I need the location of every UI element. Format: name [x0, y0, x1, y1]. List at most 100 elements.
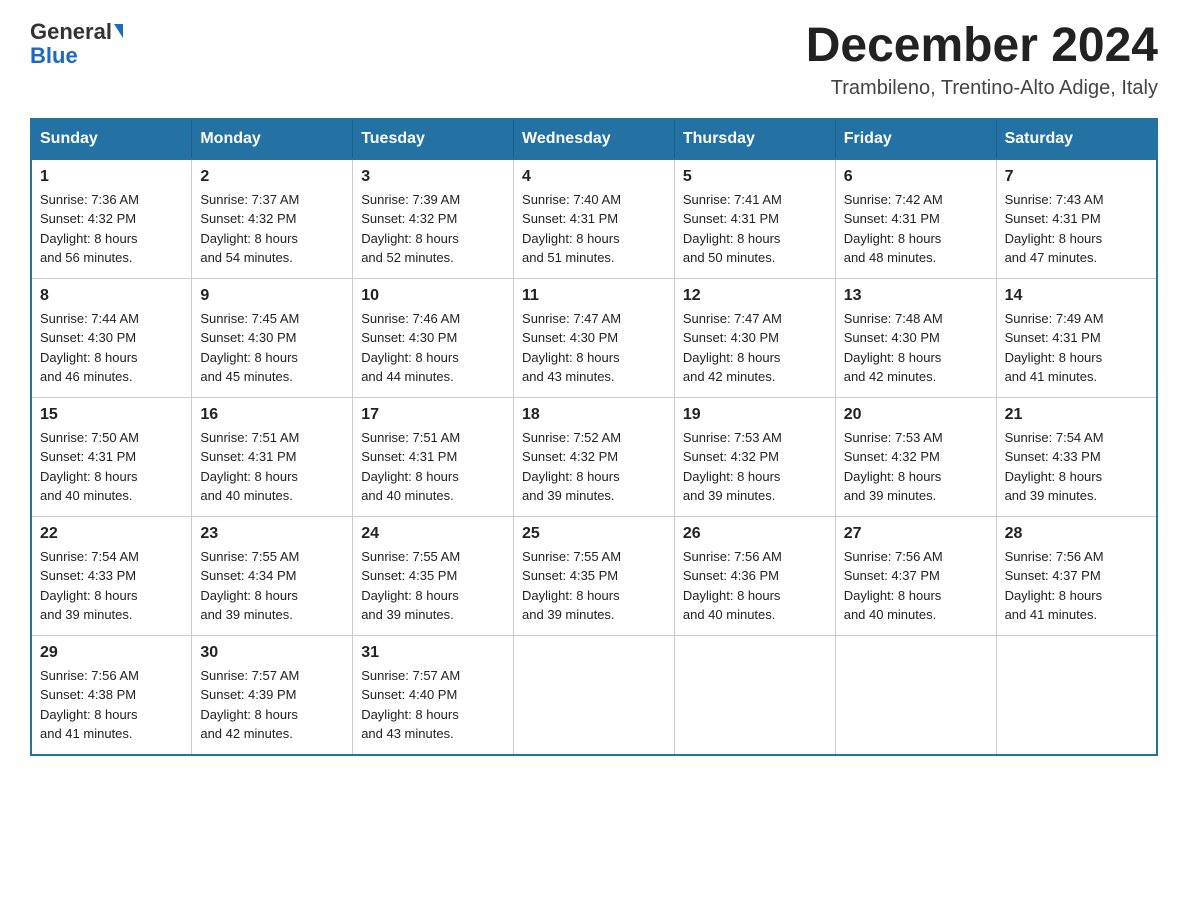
day-number: 3: [361, 168, 505, 186]
calendar-cell: 10 Sunrise: 7:46 AMSunset: 4:30 PMDayligh…: [353, 278, 514, 397]
calendar-cell: 3Sunrise: 7:39 AMSunset: 4:32 PMDaylight…: [353, 159, 514, 279]
calendar-week-5: 29 Sunrise: 7:56 AMSunset: 4:38 PMDayligh…: [31, 635, 1157, 755]
day-info: Sunrise: 7:46 AMSunset: 4:30 PMDaylight:…: [361, 309, 505, 387]
day-info: Sunrise: 7:47 AMSunset: 4:30 PMDaylight:…: [522, 309, 666, 387]
calendar-week-1: 1Sunrise: 7:36 AMSunset: 4:32 PMDaylight…: [31, 159, 1157, 279]
day-number: 18: [522, 406, 666, 424]
day-info: Sunrise: 7:55 AMSunset: 4:34 PMDaylight:…: [200, 547, 344, 625]
calendar-cell: 4Sunrise: 7:40 AMSunset: 4:31 PMDaylight…: [514, 159, 675, 279]
calendar-cell: 15 Sunrise: 7:50 AMSunset: 4:31 PMDayligh…: [31, 397, 192, 516]
calendar-table: Sunday Monday Tuesday Wednesday Thursday…: [30, 118, 1158, 756]
calendar-cell: 8Sunrise: 7:44 AMSunset: 4:30 PMDaylight…: [31, 278, 192, 397]
calendar-cell: 19 Sunrise: 7:53 AMSunset: 4:32 PMDayligh…: [674, 397, 835, 516]
day-info: Sunrise: 7:56 AMSunset: 4:36 PMDaylight:…: [683, 547, 827, 625]
day-info: Sunrise: 7:50 AMSunset: 4:31 PMDaylight:…: [40, 428, 183, 506]
day-number: 15: [40, 406, 183, 424]
calendar-cell: 1Sunrise: 7:36 AMSunset: 4:32 PMDaylight…: [31, 159, 192, 279]
calendar-cell: [835, 635, 996, 755]
calendar-week-3: 15 Sunrise: 7:50 AMSunset: 4:31 PMDayligh…: [31, 397, 1157, 516]
calendar-week-4: 22 Sunrise: 7:54 AMSunset: 4:33 PMDayligh…: [31, 516, 1157, 635]
day-number: 19: [683, 406, 827, 424]
day-info: Sunrise: 7:49 AMSunset: 4:31 PMDaylight:…: [1005, 309, 1148, 387]
calendar-cell: [674, 635, 835, 755]
day-number: 20: [844, 406, 988, 424]
calendar-body: 1Sunrise: 7:36 AMSunset: 4:32 PMDaylight…: [31, 159, 1157, 755]
calendar-title: December 2024: [806, 20, 1158, 73]
calendar-cell: 12 Sunrise: 7:47 AMSunset: 4:30 PMDayligh…: [674, 278, 835, 397]
day-info: Sunrise: 7:53 AMSunset: 4:32 PMDaylight:…: [683, 428, 827, 506]
day-number: 4: [522, 168, 666, 186]
day-number: 28: [1005, 525, 1148, 543]
calendar-cell: 20 Sunrise: 7:53 AMSunset: 4:32 PMDayligh…: [835, 397, 996, 516]
calendar-cell: 29 Sunrise: 7:56 AMSunset: 4:38 PMDayligh…: [31, 635, 192, 755]
calendar-cell: 13Sunrise: 7:48 AMSunset: 4:30 PMDayligh…: [835, 278, 996, 397]
day-info: Sunrise: 7:42 AMSunset: 4:31 PMDaylight:…: [844, 190, 988, 268]
day-info: Sunrise: 7:54 AMSunset: 4:33 PMDaylight:…: [40, 547, 183, 625]
day-number: 24: [361, 525, 505, 543]
title-block: December 2024 Trambileno, Trentino-Alto …: [806, 20, 1158, 100]
page-header: General Blue December 2024 Trambileno, T…: [30, 20, 1158, 100]
day-info: Sunrise: 7:55 AMSunset: 4:35 PMDaylight:…: [522, 547, 666, 625]
day-number: 11: [522, 287, 666, 305]
day-number: 13: [844, 287, 988, 305]
calendar-cell: 7 Sunrise: 7:43 AMSunset: 4:31 PMDaylight…: [996, 159, 1157, 279]
calendar-cell: 24 Sunrise: 7:55 AMSunset: 4:35 PMDayligh…: [353, 516, 514, 635]
day-info: Sunrise: 7:56 AMSunset: 4:37 PMDaylight:…: [1005, 547, 1148, 625]
logo: General Blue: [30, 20, 123, 68]
day-number: 23: [200, 525, 344, 543]
logo-triangle-icon: [114, 24, 123, 38]
day-info: Sunrise: 7:43 AMSunset: 4:31 PMDaylight:…: [1005, 190, 1148, 268]
col-wednesday: Wednesday: [514, 119, 675, 159]
day-info: Sunrise: 7:54 AMSunset: 4:33 PMDaylight:…: [1005, 428, 1148, 506]
calendar-cell: 23 Sunrise: 7:55 AMSunset: 4:34 PMDayligh…: [192, 516, 353, 635]
day-info: Sunrise: 7:45 AMSunset: 4:30 PMDaylight:…: [200, 309, 344, 387]
calendar-header: Sunday Monday Tuesday Wednesday Thursday…: [31, 119, 1157, 159]
calendar-cell: 9Sunrise: 7:45 AMSunset: 4:30 PMDaylight…: [192, 278, 353, 397]
calendar-cell: 31Sunrise: 7:57 AMSunset: 4:40 PMDayligh…: [353, 635, 514, 755]
day-info: Sunrise: 7:56 AMSunset: 4:38 PMDaylight:…: [40, 666, 183, 744]
day-info: Sunrise: 7:47 AMSunset: 4:30 PMDaylight:…: [683, 309, 827, 387]
calendar-week-2: 8Sunrise: 7:44 AMSunset: 4:30 PMDaylight…: [31, 278, 1157, 397]
calendar-cell: 11 Sunrise: 7:47 AMSunset: 4:30 PMDayligh…: [514, 278, 675, 397]
calendar-cell: 17Sunrise: 7:51 AMSunset: 4:31 PMDayligh…: [353, 397, 514, 516]
day-info: Sunrise: 7:55 AMSunset: 4:35 PMDaylight:…: [361, 547, 505, 625]
day-info: Sunrise: 7:51 AMSunset: 4:31 PMDaylight:…: [361, 428, 505, 506]
calendar-cell: [514, 635, 675, 755]
header-row: Sunday Monday Tuesday Wednesday Thursday…: [31, 119, 1157, 159]
day-number: 22: [40, 525, 183, 543]
col-thursday: Thursday: [674, 119, 835, 159]
col-friday: Friday: [835, 119, 996, 159]
calendar-cell: 28 Sunrise: 7:56 AMSunset: 4:37 PMDayligh…: [996, 516, 1157, 635]
day-info: Sunrise: 7:44 AMSunset: 4:30 PMDaylight:…: [40, 309, 183, 387]
day-info: Sunrise: 7:57 AMSunset: 4:39 PMDaylight:…: [200, 666, 344, 744]
day-number: 30: [200, 644, 344, 662]
day-number: 5: [683, 168, 827, 186]
calendar-cell: 25 Sunrise: 7:55 AMSunset: 4:35 PMDayligh…: [514, 516, 675, 635]
calendar-cell: 21 Sunrise: 7:54 AMSunset: 4:33 PMDayligh…: [996, 397, 1157, 516]
day-info: Sunrise: 7:57 AMSunset: 4:40 PMDaylight:…: [361, 666, 505, 744]
calendar-cell: 6 Sunrise: 7:42 AMSunset: 4:31 PMDaylight…: [835, 159, 996, 279]
day-number: 21: [1005, 406, 1148, 424]
day-number: 7: [1005, 168, 1148, 186]
day-number: 26: [683, 525, 827, 543]
day-info: Sunrise: 7:53 AMSunset: 4:32 PMDaylight:…: [844, 428, 988, 506]
day-number: 14: [1005, 287, 1148, 305]
day-number: 29: [40, 644, 183, 662]
day-number: 2: [200, 168, 344, 186]
calendar-cell: 30 Sunrise: 7:57 AMSunset: 4:39 PMDayligh…: [192, 635, 353, 755]
calendar-cell: 22 Sunrise: 7:54 AMSunset: 4:33 PMDayligh…: [31, 516, 192, 635]
col-saturday: Saturday: [996, 119, 1157, 159]
calendar-cell: 5Sunrise: 7:41 AMSunset: 4:31 PMDaylight…: [674, 159, 835, 279]
calendar-cell: 14 Sunrise: 7:49 AMSunset: 4:31 PMDayligh…: [996, 278, 1157, 397]
col-monday: Monday: [192, 119, 353, 159]
day-info: Sunrise: 7:37 AMSunset: 4:32 PMDaylight:…: [200, 190, 344, 268]
day-number: 27: [844, 525, 988, 543]
day-number: 12: [683, 287, 827, 305]
day-number: 6: [844, 168, 988, 186]
day-number: 10: [361, 287, 505, 305]
calendar-cell: 27Sunrise: 7:56 AMSunset: 4:37 PMDayligh…: [835, 516, 996, 635]
day-info: Sunrise: 7:51 AMSunset: 4:31 PMDaylight:…: [200, 428, 344, 506]
day-number: 25: [522, 525, 666, 543]
calendar-cell: 2 Sunrise: 7:37 AMSunset: 4:32 PMDaylight…: [192, 159, 353, 279]
day-info: Sunrise: 7:36 AMSunset: 4:32 PMDaylight:…: [40, 190, 183, 268]
